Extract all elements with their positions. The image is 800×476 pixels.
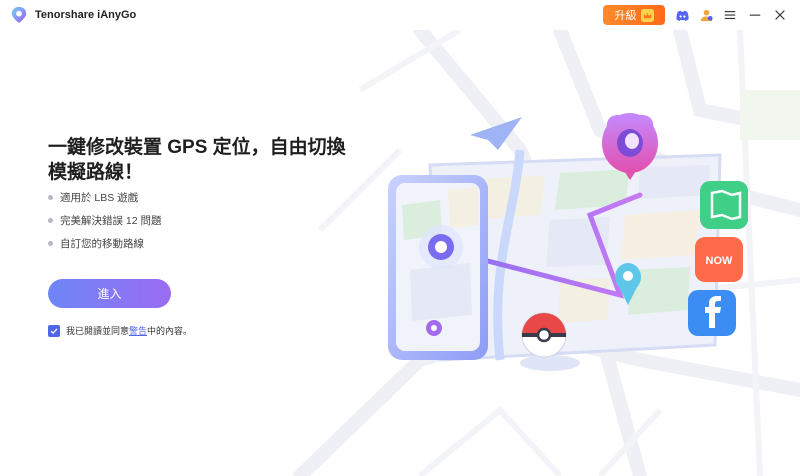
now-app-icon: NOW — [695, 237, 743, 282]
warning-link[interactable]: 警告 — [129, 326, 147, 336]
feature-item: 完美解決錯誤 12 問題 — [48, 214, 162, 237]
account-icon[interactable] — [698, 7, 714, 23]
agree-prefix: 我已閱讀並同意 — [66, 326, 130, 336]
enter-button[interactable]: 進入 — [48, 279, 171, 308]
main-headline: 一鍵修改裝置 GPS 定位，自由切換模擬路線！ — [48, 137, 346, 183]
crown-icon — [640, 8, 654, 22]
feature-item: 自訂您的移動路線 — [48, 237, 162, 260]
agreement-row: 我已閱讀並同意警告中的內容。 — [48, 324, 192, 337]
map-app-icon — [700, 181, 748, 229]
paper-plane-icon — [470, 117, 522, 150]
agree-suffix: 中的內容。 — [147, 326, 193, 336]
agree-checkbox[interactable] — [48, 324, 60, 337]
check-icon — [50, 327, 58, 334]
upgrade-button[interactable]: 升級 — [603, 5, 665, 25]
title-bar: Tenorshare iAnyGo 升級 — [0, 0, 800, 30]
ianygo-logo-icon — [11, 6, 27, 24]
hero-illustration: NOW — [388, 113, 748, 371]
menu-icon[interactable] — [722, 7, 738, 23]
phone-illustration — [388, 175, 488, 360]
feature-item: 適用於 LBS 遊戲 — [48, 191, 162, 214]
now-badge-text: NOW — [706, 255, 734, 267]
discord-icon[interactable] — [674, 7, 690, 23]
minimize-icon[interactable] — [747, 7, 763, 23]
app-title: Tenorshare iAnyGo — [35, 9, 137, 21]
close-icon[interactable] — [772, 7, 788, 23]
upgrade-label: 升級 — [614, 10, 637, 22]
facebook-app-icon — [688, 290, 736, 336]
feature-list: 適用於 LBS 遊戲 完美解決錯誤 12 問題 自訂您的移動路線 — [48, 191, 162, 260]
